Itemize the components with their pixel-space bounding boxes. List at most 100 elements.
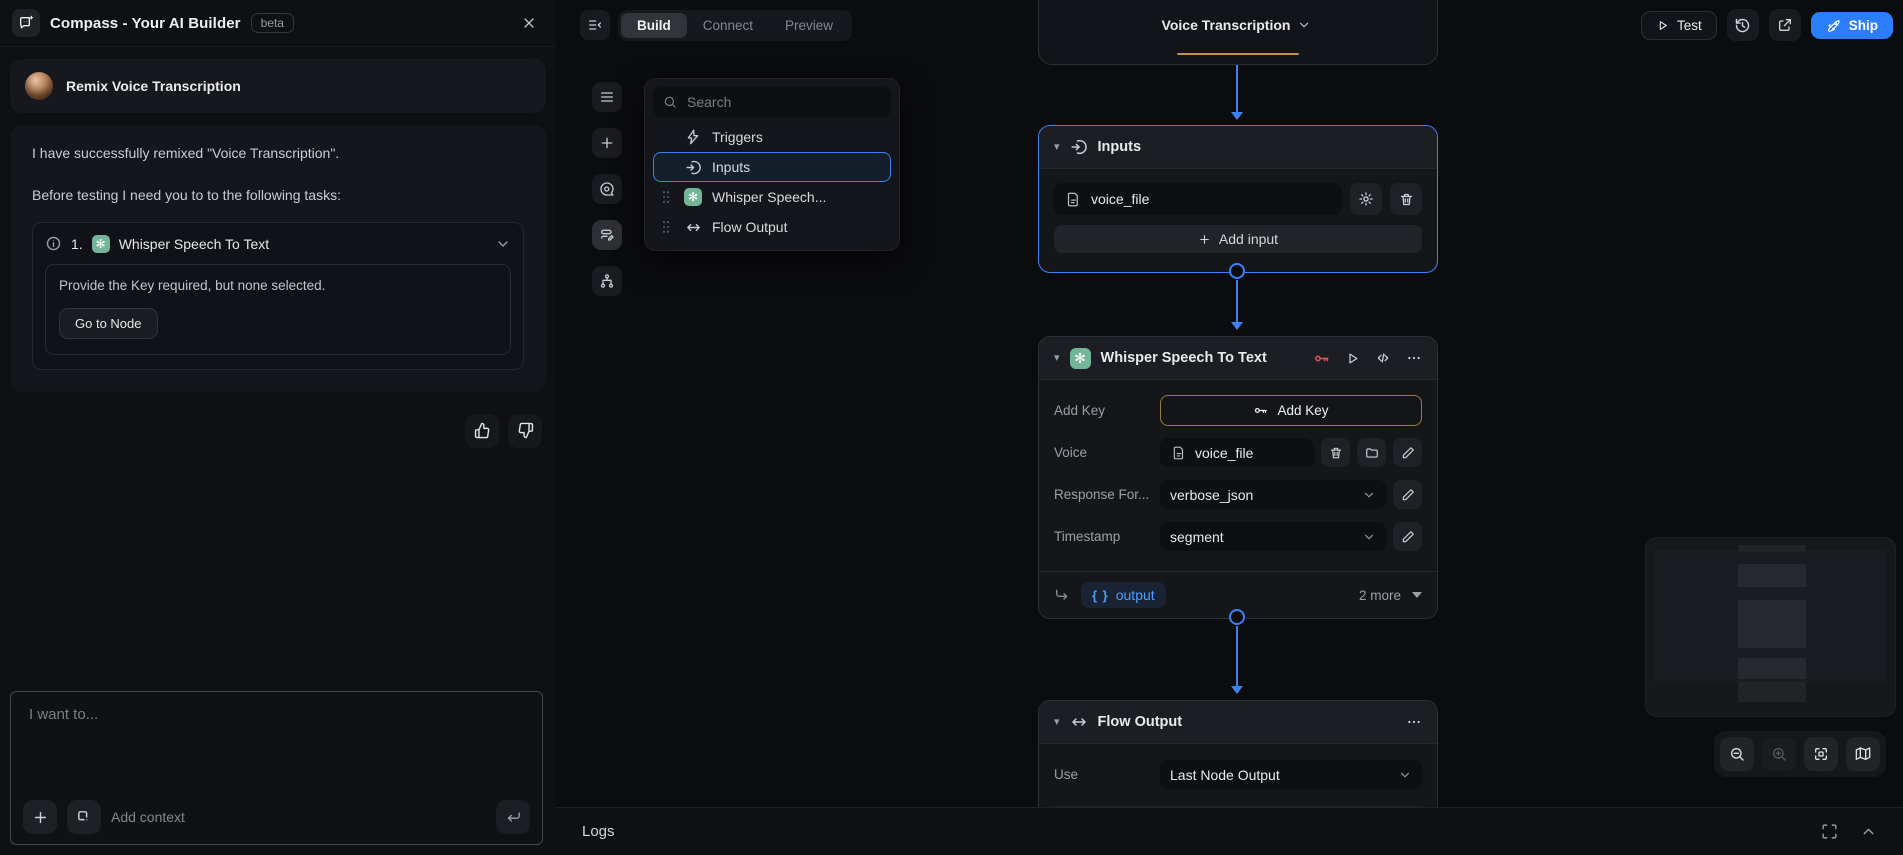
voice-file-field[interactable]: voice_file — [1054, 183, 1342, 215]
more-options-icon[interactable] — [1406, 714, 1422, 730]
flow-output-node-body: Use Last Node Output — [1039, 744, 1437, 807]
add-attachment-button[interactable] — [23, 800, 57, 834]
collapse-panel-button[interactable] — [580, 10, 610, 40]
voice-row: Voice voice_file — [1054, 437, 1422, 468]
version-history-button[interactable] — [1726, 9, 1759, 41]
test-button[interactable]: Test — [1640, 10, 1717, 40]
palette-search[interactable] — [653, 87, 891, 117]
zoom-in-icon — [1773, 748, 1786, 761]
open-logs-button[interactable] — [1860, 823, 1877, 840]
close-panel-button[interactable] — [514, 8, 544, 38]
response-format-value: verbose_json — [1170, 486, 1254, 503]
flow-output-icon — [1071, 718, 1086, 726]
input-field-row: voice_file — [1054, 183, 1422, 215]
use-dropdown[interactable]: Last Node Output — [1160, 760, 1422, 789]
collapse-caret-icon[interactable]: ▾ — [1054, 141, 1060, 153]
minimap[interactable] — [1645, 537, 1896, 717]
thumbs-up-button[interactable] — [465, 413, 499, 448]
canvas-side-toolbar — [592, 82, 622, 296]
fit-view-button[interactable] — [1804, 737, 1838, 771]
chat-thread-header[interactable]: Remix Voice Transcription — [10, 59, 546, 113]
flow-title-dropdown[interactable]: Voice Transcription — [1162, 17, 1312, 33]
expand-logs-button[interactable] — [1821, 823, 1838, 840]
send-button[interactable] — [496, 800, 530, 834]
output-variable-chip[interactable]: { } output — [1081, 582, 1166, 608]
collapse-caret-icon[interactable]: ▾ — [1054, 716, 1060, 728]
missing-key-icon[interactable] — [1313, 350, 1330, 367]
thumbs-down-button[interactable] — [508, 413, 542, 448]
tab-preview[interactable]: Preview — [769, 13, 849, 38]
task-header[interactable]: 1. ✻ Whisper Speech To Text — [45, 234, 511, 253]
add-key-button[interactable]: Add Key — [1160, 395, 1422, 426]
response-format-dropdown[interactable]: verbose_json — [1160, 480, 1386, 509]
expand-outputs-caret-icon[interactable] — [1412, 592, 1422, 598]
response-format-edit-button[interactable] — [1393, 480, 1422, 509]
history-icon — [1736, 18, 1750, 32]
inputs-node[interactable]: ▾ Inputs voice_file Add input — [1038, 125, 1438, 273]
zoom-in-button[interactable] — [1762, 737, 1796, 771]
collapse-caret-icon[interactable]: ▾ — [1054, 352, 1060, 364]
node-list-button[interactable] — [592, 220, 622, 250]
more-outputs-label[interactable]: 2 more — [1359, 588, 1401, 603]
pencil-icon — [1402, 488, 1414, 500]
timestamp-edit-button[interactable] — [1393, 522, 1422, 551]
test-button-label: Test — [1676, 17, 1702, 33]
edge-top-to-inputs — [1236, 63, 1238, 113]
voice-edit-button[interactable] — [1393, 438, 1422, 467]
inputs-node-output-port[interactable] — [1229, 263, 1245, 279]
flow-canvas[interactable]: ▾ Inputs voice_file Add input ▾ ✻ Whispe… — [556, 0, 1903, 808]
add-key-button-label: Add Key — [1277, 403, 1329, 418]
share-button[interactable] — [1768, 9, 1801, 41]
menu-button[interactable] — [592, 82, 622, 112]
thumbs-up-icon — [474, 422, 489, 439]
zoom-out-button[interactable] — [1720, 737, 1754, 771]
message-line-1: I have successfully remixed "Voice Trans… — [32, 145, 340, 161]
palette-search-input[interactable] — [685, 93, 881, 111]
more-options-icon[interactable] — [1406, 350, 1422, 366]
inputs-node-header[interactable]: ▾ Inputs — [1039, 126, 1437, 169]
flow-output-node-header[interactable]: ▾ Flow Output — [1039, 701, 1437, 744]
toggle-minimap-button[interactable] — [1846, 737, 1880, 771]
voice-value-pill[interactable]: voice_file — [1160, 438, 1314, 467]
add-input-button[interactable]: Add input — [1054, 225, 1422, 253]
whisper-node[interactable]: ▾ ✻ Whisper Speech To Text Add Key Add K… — [1038, 336, 1438, 619]
add-node-button[interactable] — [592, 128, 622, 158]
input-delete-button[interactable] — [1390, 183, 1422, 215]
voice-browse-button[interactable] — [1357, 438, 1386, 467]
info-icon — [46, 236, 61, 251]
palette-item-triggers[interactable]: Triggers — [653, 122, 891, 152]
select-element-button[interactable] — [67, 800, 101, 834]
beta-badge: beta — [250, 13, 294, 33]
thread-title: Remix Voice Transcription — [66, 78, 241, 94]
palette-item-flow-output[interactable]: Flow Output — [653, 212, 891, 242]
inputs-icon — [682, 159, 704, 176]
logs-bar[interactable]: Logs — [556, 807, 1903, 855]
chat-input[interactable] — [27, 704, 526, 782]
maximize-icon — [1822, 824, 1837, 839]
comments-button[interactable] — [592, 174, 622, 204]
voice-delete-button[interactable] — [1321, 438, 1350, 467]
folder-icon — [1365, 447, 1378, 458]
input-settings-button[interactable] — [1350, 183, 1382, 215]
drag-handle-icon[interactable] — [658, 189, 674, 205]
chevron-down-icon[interactable] — [495, 236, 511, 252]
play-icon — [1659, 20, 1667, 30]
tab-connect[interactable]: Connect — [687, 13, 769, 38]
voice-file-value: voice_file — [1091, 191, 1150, 207]
ship-button[interactable]: Ship — [1810, 11, 1893, 39]
palette-item-inputs[interactable]: Inputs — [653, 152, 891, 182]
tab-build[interactable]: Build — [621, 12, 687, 38]
mode-tabs: Build Connect Preview — [618, 9, 853, 41]
add-context-label[interactable]: Add context — [111, 809, 185, 825]
whisper-node-output-port[interactable] — [1229, 609, 1245, 625]
drag-handle-icon[interactable] — [658, 219, 674, 235]
palette-item-whisper[interactable]: ✻ Whisper Speech... — [653, 182, 891, 212]
run-node-icon[interactable] — [1345, 351, 1360, 366]
tree-view-button[interactable] — [592, 266, 622, 296]
timestamp-dropdown[interactable]: segment — [1160, 522, 1386, 551]
flow-output-node[interactable]: ▾ Flow Output Use Last Node Output — [1038, 700, 1438, 808]
go-to-node-button[interactable]: Go to Node — [59, 307, 158, 339]
code-view-icon[interactable] — [1375, 350, 1391, 366]
whisper-node-header[interactable]: ▾ ✻ Whisper Speech To Text — [1039, 337, 1437, 380]
thumbs-down-icon — [518, 422, 533, 439]
